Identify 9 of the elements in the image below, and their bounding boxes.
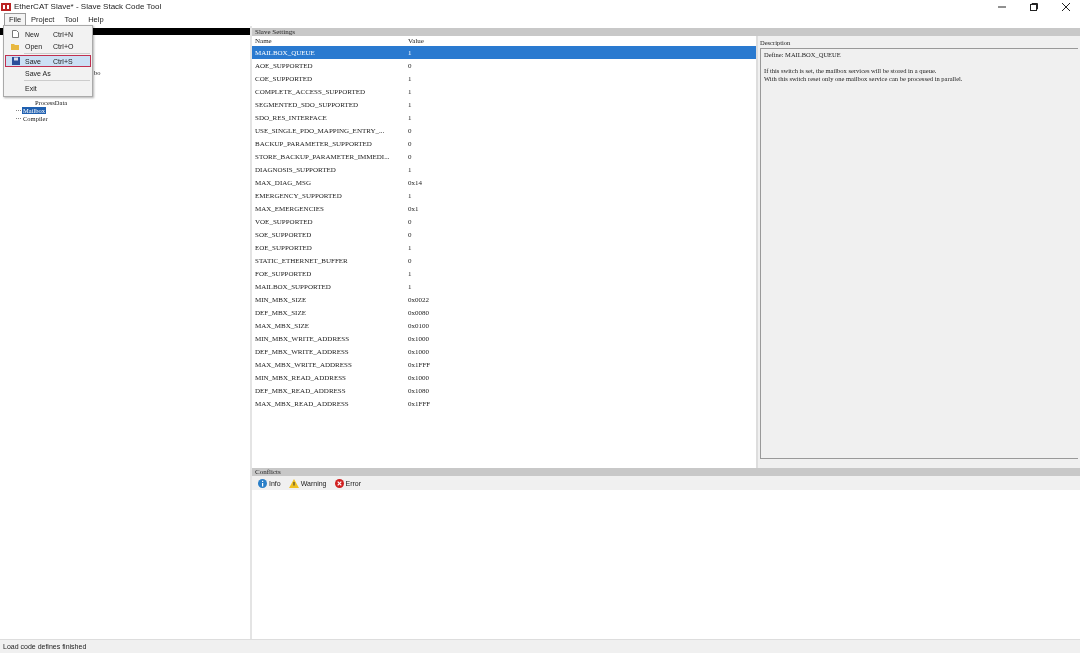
app-icon xyxy=(1,2,11,11)
warning-icon xyxy=(288,478,299,488)
maximize-icon[interactable] xyxy=(1030,2,1038,11)
info-icon xyxy=(258,478,267,488)
folder-icon xyxy=(11,42,20,50)
close-icon[interactable] xyxy=(1062,2,1070,11)
error-icon xyxy=(334,478,344,488)
window-title: EtherCAT Slave* - Slave Stack Code Tool xyxy=(14,2,162,11)
document-icon xyxy=(12,30,19,38)
